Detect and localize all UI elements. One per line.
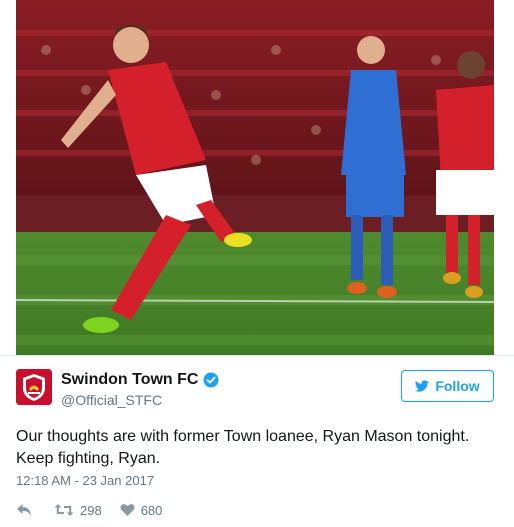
reply-icon bbox=[17, 504, 31, 516]
like-button[interactable]: 680 bbox=[120, 502, 163, 518]
retweet-icon bbox=[54, 504, 74, 516]
tweet-actions: 298 680 bbox=[16, 500, 162, 520]
tweet-timestamp[interactable]: 12:18 AM - 23 Jan 2017 bbox=[16, 473, 154, 488]
club-crest-icon bbox=[16, 369, 52, 405]
verified-badge-icon bbox=[203, 372, 219, 388]
football-match-photo bbox=[16, 0, 494, 355]
bird-icon bbox=[415, 379, 430, 393]
retweet-button[interactable]: 298 bbox=[54, 503, 102, 518]
name-row: Swindon Town FC bbox=[61, 371, 219, 389]
reply-button[interactable] bbox=[16, 503, 32, 517]
screen-name[interactable]: @Official_STFC bbox=[61, 392, 162, 408]
heart-icon bbox=[120, 504, 135, 516]
like-count: 680 bbox=[140, 502, 163, 518]
display-name[interactable]: Swindon Town FC bbox=[61, 371, 198, 389]
tweet-header: Swindon Town FC @Official_STFC Follow bbox=[16, 369, 496, 409]
follow-button[interactable]: Follow bbox=[401, 370, 494, 402]
media-divider bbox=[0, 355, 514, 356]
tweet-text: Our thoughts are with former Town loanee… bbox=[16, 428, 470, 467]
follow-label: Follow bbox=[435, 378, 480, 394]
avatar[interactable] bbox=[16, 369, 52, 405]
embedded-tweet: Swindon Town FC @Official_STFC Follow Ou… bbox=[0, 0, 514, 527]
tweet-photo[interactable] bbox=[16, 0, 494, 355]
retweet-count: 298 bbox=[80, 502, 102, 518]
